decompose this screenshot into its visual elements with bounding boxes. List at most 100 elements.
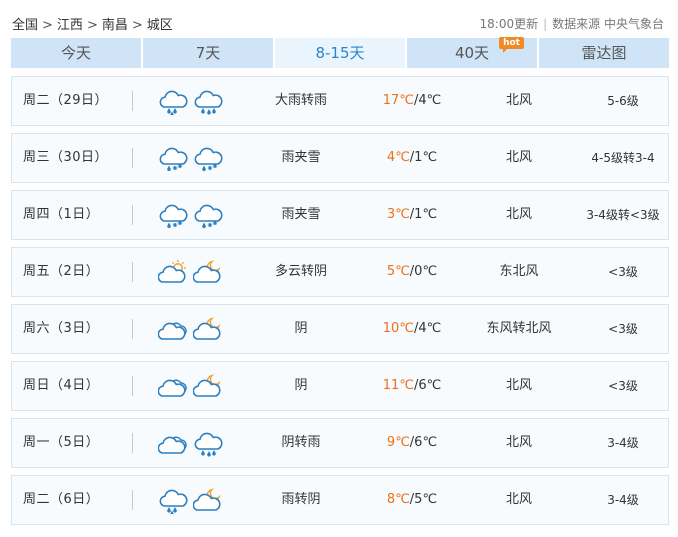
weather-icons [158, 486, 223, 514]
weather-description: 多云转阴 [274, 264, 327, 279]
sleet-icon [193, 144, 223, 172]
tab-radar[interactable]: 雷达图 [539, 38, 669, 68]
wind-direction: 东北风 [499, 264, 539, 279]
forecast-row: 周五（2日） 多云转阴 5℃/0℃ 东北风 <3级 [11, 247, 669, 297]
weather-description: 雨转阴 [281, 492, 321, 507]
weather-description: 雨夹雪 [281, 207, 321, 222]
tab-40-days[interactable]: 40天 hot [407, 37, 537, 68]
weather-icons [158, 429, 223, 457]
forecast-row: 周二（6日） 雨转阴 8℃/5℃ 北风 3-4级 [11, 475, 669, 525]
temp-low: /6℃ [409, 435, 438, 450]
row-divider [132, 319, 133, 339]
data-source: 数据来源 中央气象台 [552, 17, 664, 31]
rain-icon [193, 87, 223, 115]
tab-label: 8-15天 [315, 44, 365, 62]
forecast-row: 周日（4日） 阴 11℃/6℃ 北风 <3级 [11, 361, 669, 411]
forecast-row: 周六（3日） 阴 10℃/4℃ 东风转北风 <3级 [11, 304, 669, 354]
temperature: 5℃/0℃ [357, 248, 467, 296]
wind-level: <3级 [608, 265, 638, 279]
temperature: 8℃/5℃ [357, 476, 467, 524]
tab-7-days[interactable]: 7天 [143, 38, 273, 68]
weather-description: 阴转雨 [281, 435, 321, 450]
wind-direction: 北风 [505, 150, 532, 165]
hot-badge: hot [499, 37, 524, 53]
partly-cloudy-icon [158, 258, 188, 286]
temp-low: /1℃ [409, 150, 438, 165]
temp-high: 4℃ [386, 150, 410, 165]
forecast-tabs: 今天 7天 8-15天 40天 hot 雷达图 [11, 37, 669, 68]
temperature: 10℃/4℃ [357, 305, 467, 353]
temp-high: 5℃ [386, 264, 410, 279]
temp-high: 17℃ [382, 93, 414, 108]
weather-icons [158, 258, 223, 286]
temperature: 3℃/1℃ [357, 191, 467, 239]
wind-level: 5-6级 [607, 94, 639, 108]
meta-divider: | [543, 17, 548, 31]
temperature: 4℃/1℃ [357, 134, 467, 182]
update-meta: 18:00更新 | 数据来源 中央气象台 [480, 15, 664, 32]
breadcrumb: 全国 > 江西 > 南昌 > 城区 [12, 14, 173, 33]
weather-description: 阴 [294, 321, 308, 336]
temp-low: /0℃ [409, 264, 438, 279]
row-divider [132, 148, 133, 168]
wind-level: 4-5级转3-4 [591, 151, 655, 165]
temp-high: 11℃ [382, 378, 414, 393]
sleet-icon [158, 144, 188, 172]
weather-icons [158, 315, 223, 343]
breadcrumb-province[interactable]: 江西 [57, 18, 83, 33]
breadcrumb-country[interactable]: 全国 [12, 18, 38, 33]
temp-low: /5℃ [409, 492, 438, 507]
wind-direction: 北风 [505, 207, 532, 222]
weather-description: 大雨转雨 [274, 93, 327, 108]
update-time: 18:00更新 [479, 17, 539, 31]
breadcrumb-separator: > [42, 18, 53, 33]
row-divider [132, 433, 133, 453]
row-divider [132, 262, 133, 282]
night-cloudy-icon [193, 486, 223, 514]
tab-label: 雷达图 [581, 44, 627, 62]
temp-high: 8℃ [386, 492, 410, 507]
weather-icons [158, 144, 223, 172]
forecast-row: 周三（30日） 雨夹雪 4℃/1℃ 北风 4-5级转3-4 [11, 133, 669, 183]
temp-low: /4℃ [413, 93, 442, 108]
top-bar: 全国 > 江西 > 南昌 > 城区 18:00更新 | 数据来源 中央气象台 [0, 0, 678, 38]
night-cloudy-icon [193, 315, 223, 343]
wind-level: 3-4级 [607, 493, 639, 507]
overcast-icon [158, 429, 188, 457]
wind-level: 3-4级 [607, 436, 639, 450]
forecast-date: 周二（29日） [23, 93, 109, 108]
tab-label: 40天 [454, 44, 490, 62]
breadcrumb-district: 城区 [146, 18, 173, 33]
temperature: 17℃/4℃ [357, 77, 467, 125]
night-cloudy-icon [193, 258, 223, 286]
wind-direction: 北风 [505, 93, 532, 108]
row-divider [132, 205, 133, 225]
wind-direction: 北风 [505, 492, 532, 507]
temp-high: 10℃ [382, 321, 414, 336]
weather-description: 雨夹雪 [281, 150, 321, 165]
forecast-date: 周一（5日） [23, 435, 100, 450]
tab-8-15-days[interactable]: 8-15天 [275, 38, 405, 68]
wind-level: <3级 [608, 379, 638, 393]
forecast-date: 周五（2日） [23, 264, 100, 279]
temp-low: /4℃ [413, 321, 442, 336]
overcast-icon [158, 372, 188, 400]
tab-label: 7天 [195, 44, 221, 62]
tab-today[interactable]: 今天 [11, 38, 141, 68]
overcast-icon [158, 315, 188, 343]
sleet-icon [193, 201, 223, 229]
wind-direction: 北风 [505, 378, 532, 393]
rain-icon [193, 429, 223, 457]
weather-description: 阴 [294, 378, 308, 393]
night-cloudy-icon [193, 372, 223, 400]
temp-low: /6℃ [413, 378, 442, 393]
tab-label: 今天 [60, 44, 91, 62]
wind-direction: 北风 [505, 435, 532, 450]
forecast-date: 周日（4日） [23, 378, 100, 393]
heavy-rain-icon [158, 486, 188, 514]
breadcrumb-city[interactable]: 南昌 [102, 18, 128, 33]
row-divider [132, 490, 133, 510]
forecast-date: 周四（1日） [23, 207, 100, 222]
heavy-rain-icon [158, 87, 188, 115]
breadcrumb-separator: > [86, 18, 98, 33]
